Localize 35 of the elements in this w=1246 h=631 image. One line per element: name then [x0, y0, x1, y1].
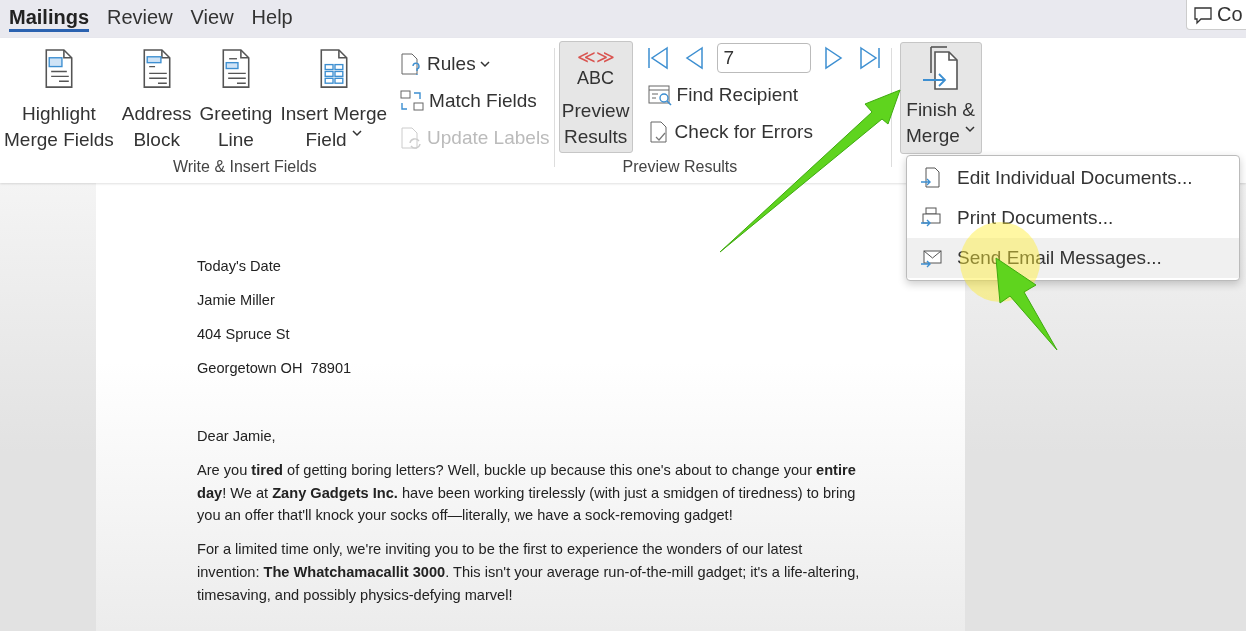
ribbon-tab[interactable]: View [181, 0, 243, 32]
ribbon-button[interactable]: Match Fields [399, 85, 550, 117]
letter-paragraph: Are you tired of getting boring letters? Well, buckle up because this one's about to change your entire day! We at Zany Gadgets Inc. have been working tirelessly (with just a smidgen of tiredness) to bring you an offer that'll knock your socks off—literally, we have a sock-removing gadget! [197, 461, 857, 526]
record-number-field[interactable]: 7 [716, 43, 811, 73]
ribbon-button[interactable]: Address Block [117, 42, 196, 154]
caret-icon [479, 60, 490, 68]
ribbon-tab[interactable]: Mailings [0, 0, 98, 32]
salutation: Dear Jamie, [197, 427, 276, 446]
menu-item[interactable]: Edit Individual Documents... [907, 158, 1239, 198]
documents-arrow-icon [920, 45, 961, 91]
ribbon-button[interactable]: Rules [399, 48, 550, 80]
group-label: Preview Results [622, 157, 739, 177]
match-fields-icon [399, 89, 426, 113]
ribbon-button[interactable]: Greeting Line [195, 42, 277, 154]
ribbon-button[interactable]: Highlight Merge Fields [0, 42, 118, 154]
ribbon-tab[interactable]: Help [242, 0, 302, 32]
address-line: Jamie Miller [197, 291, 275, 310]
comments-button[interactable]: Co [1186, 0, 1246, 30]
letter-paragraph: For a limited time only, we're inviting you to be the first to experience the wonders of our latest invention: The Whatchamacallit 3000. This isn't your average run-of-the-mill gadget; it's a life-altering, timesaving, and possibly physics-defying marvel! [197, 540, 861, 605]
update-labels-icon [399, 126, 424, 150]
ribbon-tab[interactable]: Review [98, 0, 182, 32]
ribbon-button[interactable]: Insert Merge Field [276, 42, 392, 154]
document-arrow-icon [919, 166, 943, 190]
group-label: Write & Insert Fields [171, 157, 318, 177]
finish-merge-button[interactable]: Finish & Merge [899, 42, 982, 154]
find-recipient-icon [646, 83, 673, 107]
preview-results-button[interactable]: ≪≫ ABC Preview Results [558, 41, 633, 153]
caret-icon [351, 129, 362, 137]
address-line: Today's Date [197, 257, 281, 276]
ribbon-button[interactable]: Check for Errors [646, 116, 883, 148]
menu-item[interactable]: Print Documents... [907, 198, 1239, 238]
comment-icon [1193, 4, 1213, 25]
address-line: 404 Spruce St [197, 325, 290, 344]
caret-icon [965, 125, 976, 133]
address-line: Georgetown OH 78901 [197, 359, 352, 378]
